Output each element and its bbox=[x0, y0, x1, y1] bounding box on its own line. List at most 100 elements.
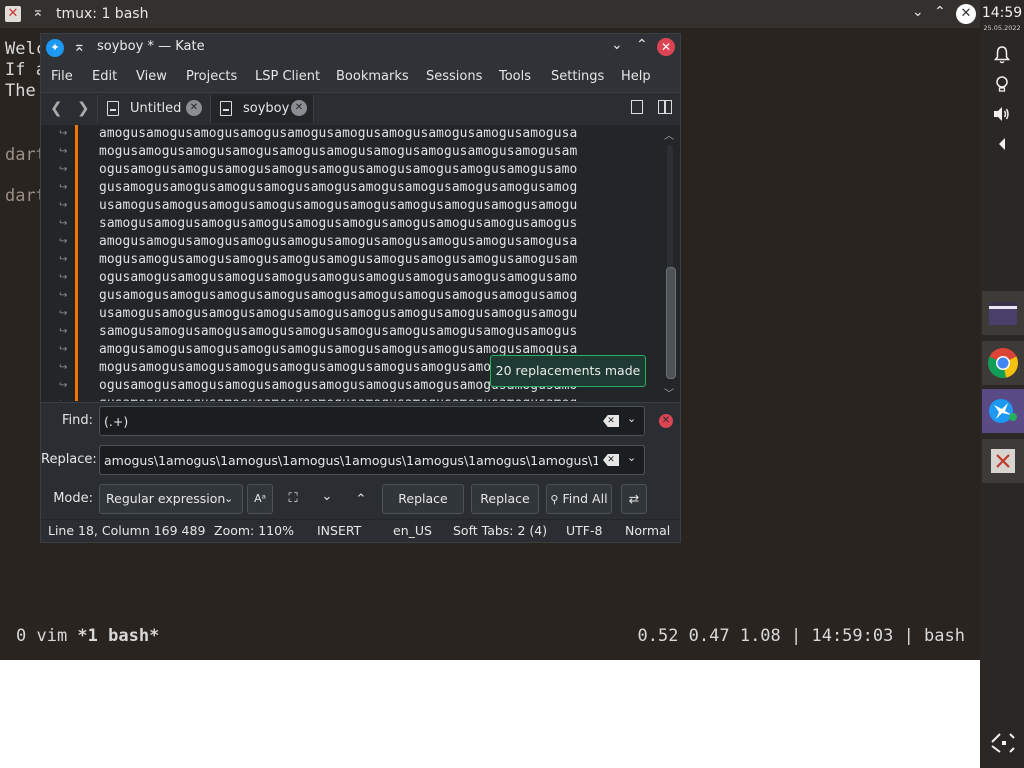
task-file-manager[interactable] bbox=[982, 291, 1024, 335]
kate-app-icon[interactable]: ✦ bbox=[46, 39, 64, 57]
menu-edit[interactable]: Edit bbox=[92, 69, 117, 84]
menu-help[interactable]: Help bbox=[621, 69, 651, 84]
maximize-button[interactable]: ⌃ bbox=[934, 4, 946, 20]
code-line[interactable]: gusamogusamogusamogusamogusamogusamogusa… bbox=[99, 396, 577, 401]
code-line[interactable]: amogusamogusamogusamogusamogusamogusamog… bbox=[99, 126, 577, 141]
modified-lines-marker bbox=[75, 125, 78, 401]
find-all-button[interactable]: ⚲ Find All bbox=[546, 484, 612, 514]
code-line[interactable]: mogusamogusamogusamogusamogusamogusamogu… bbox=[99, 144, 577, 159]
wrap-indicator-icon: ↪ bbox=[59, 290, 68, 301]
clock[interactable]: 14:59 bbox=[980, 5, 1024, 21]
close-tab-icon[interactable]: ✕ bbox=[291, 100, 307, 116]
notifications-icon[interactable] bbox=[992, 46, 1012, 68]
vertical-scrollbar[interactable]: ︿ ﹀ bbox=[661, 127, 679, 400]
wrap-indicator-icon: ↪ bbox=[59, 236, 68, 247]
task-terminal[interactable] bbox=[982, 439, 1024, 483]
chevron-left-icon[interactable]: ❮ bbox=[50, 99, 63, 117]
tmux-window-list[interactable]: 0 vim *1 bash* bbox=[16, 626, 159, 646]
minimize-button[interactable]: ⌄ bbox=[912, 4, 924, 20]
find-label: Find: bbox=[61, 413, 93, 428]
search-options-icon[interactable]: ⇄ bbox=[621, 484, 647, 514]
close-search-icon[interactable]: ✕ bbox=[659, 414, 673, 428]
selection-only-icon[interactable]: ⛶ bbox=[285, 491, 301, 506]
cursor-position[interactable]: Line 18, Column 169 489 bbox=[48, 523, 205, 538]
menu-tools[interactable]: Tools bbox=[499, 69, 531, 84]
wrap-indicator-icon: ↪ bbox=[59, 128, 68, 139]
menu-lsp-client[interactable]: LSP Client bbox=[255, 69, 320, 84]
keep-above-icon[interactable]: ⌅ bbox=[32, 4, 44, 20]
date[interactable]: 25.05.2022 bbox=[980, 24, 1024, 32]
menu-settings[interactable]: Settings bbox=[551, 69, 604, 84]
syntax-mode[interactable]: Normal bbox=[625, 523, 670, 538]
code-line[interactable]: amogusamogusamogusamogusamogusamogusamog… bbox=[99, 234, 577, 249]
scroll-down-icon[interactable]: ﹀ bbox=[664, 385, 674, 400]
encoding[interactable]: UTF-8 bbox=[566, 523, 602, 538]
code-line[interactable]: ogusamogusamogusamogusamogusamogusamogus… bbox=[99, 270, 577, 285]
clear-find-icon[interactable]: ✕ bbox=[603, 415, 619, 427]
keep-above-icon[interactable]: ⌅ bbox=[73, 37, 86, 55]
indentation-settings[interactable]: Soft Tabs: 2 (4) bbox=[453, 523, 547, 538]
kate-titlebar[interactable]: ✦ ⌅ soyboy * — Kate ⌄ ⌃ ✕ bbox=[41, 34, 680, 62]
tab-untitled[interactable]: Untitled ✕ bbox=[97, 95, 211, 123]
tab-label: Untitled bbox=[130, 101, 182, 116]
find-history-dropdown-icon[interactable]: ⌄ bbox=[627, 412, 636, 425]
code-line[interactable]: mogusamogusamogusamogusamogusamogusamogu… bbox=[99, 252, 577, 267]
close-tab-icon[interactable]: ✕ bbox=[186, 100, 202, 116]
editor-area[interactable]: ↪ ↪ ↪ ↪ ↪ ↪ ↪ ↪ ↪ ↪ ↪ ↪ ↪ ↪ ↪ ↪ amogusamogusamogusamogu… bbox=[41, 125, 680, 401]
replace-input[interactable] bbox=[104, 446, 598, 474]
kate-icon bbox=[989, 399, 1017, 423]
task-kate[interactable] bbox=[982, 389, 1024, 433]
night-color-icon[interactable] bbox=[992, 76, 1012, 98]
close-button[interactable]: ✕ bbox=[657, 38, 675, 56]
wrap-indicator-icon: ↪ bbox=[59, 146, 68, 157]
volume-icon[interactable] bbox=[992, 106, 1012, 126]
match-case-icon[interactable]: Aᵃ bbox=[247, 484, 273, 514]
terminal-line: The bbox=[5, 81, 36, 101]
menu-sessions[interactable]: Sessions bbox=[426, 69, 482, 84]
split-view-icon[interactable] bbox=[658, 100, 672, 114]
tmux-window-bash[interactable]: *1 bash* bbox=[77, 626, 159, 646]
replace-all-button[interactable]: Replace All bbox=[471, 484, 539, 514]
application-launcher-icon[interactable] bbox=[990, 732, 1016, 759]
scrollbar-thumb[interactable] bbox=[666, 267, 676, 379]
code-line[interactable]: samogusamogusamogusamogusamogusamogusamo… bbox=[99, 216, 577, 231]
replace-field[interactable]: ✕ ⌄ bbox=[99, 445, 645, 475]
zoom-level[interactable]: Zoom: 110% bbox=[214, 523, 294, 538]
scroll-up-icon[interactable]: ︿ bbox=[664, 127, 674, 142]
code-line[interactable]: samogusamogusamogusamogusamogusamogusamo… bbox=[99, 324, 577, 339]
menu-file[interactable]: File bbox=[51, 69, 73, 84]
terminal-titlebar[interactable]: ✕ ⌅ tmux: 1 bash ⌄ ⌃ ✕ bbox=[0, 0, 980, 28]
menu-projects[interactable]: Projects bbox=[186, 69, 237, 84]
find-next-icon[interactable]: ⌄ bbox=[319, 489, 335, 504]
expand-tray-icon[interactable] bbox=[992, 136, 1012, 155]
clear-replace-icon[interactable]: ✕ bbox=[603, 454, 619, 466]
minimize-button[interactable]: ⌄ bbox=[611, 37, 623, 53]
task-chrome[interactable] bbox=[982, 341, 1024, 385]
tab-soyboy[interactable]: soyboy ✕ bbox=[210, 95, 314, 123]
mode-select[interactable]: Regular expression ⌄ bbox=[99, 484, 243, 514]
maximize-button[interactable]: ⌃ bbox=[636, 37, 648, 53]
code-line[interactable]: gusamogusamogusamogusamogusamogusamogusa… bbox=[99, 180, 577, 195]
code-line[interactable]: ogusamogusamogusamogusamogusamogusamogus… bbox=[99, 162, 577, 177]
wrap-indicator-icon: ↪ bbox=[59, 182, 68, 193]
find-input[interactable] bbox=[104, 407, 584, 435]
kate-window[interactable]: ✦ ⌅ soyboy * — Kate ⌄ ⌃ ✕ File Edit View… bbox=[40, 33, 681, 543]
find-field[interactable]: ✕ ⌄ bbox=[99, 406, 645, 436]
code-line[interactable]: usamogusamogusamogusamogusamogusamogusam… bbox=[99, 306, 577, 321]
input-mode[interactable]: INSERT bbox=[317, 523, 361, 538]
spellcheck-dictionary[interactable]: en_US bbox=[393, 523, 432, 538]
code-line[interactable]: gusamogusamogusamogusamogusamogusamogusa… bbox=[99, 288, 577, 303]
wrap-indicator-icon: ↪ bbox=[59, 308, 68, 319]
replace-button[interactable]: Replace bbox=[382, 484, 464, 514]
code-line[interactable]: usamogusamogusamogusamogusamogusamogusam… bbox=[99, 198, 577, 213]
menu-view[interactable]: View bbox=[136, 69, 167, 84]
new-document-icon[interactable] bbox=[631, 100, 643, 114]
tmux-status-right: 0.52 0.47 1.08 | 14:59:03 | bash bbox=[637, 626, 965, 646]
menu-bookmarks[interactable]: Bookmarks bbox=[336, 69, 409, 84]
find-previous-icon[interactable]: ⌃ bbox=[353, 492, 369, 507]
chrome-icon bbox=[988, 348, 1018, 378]
tmux-window-vim[interactable]: 0 vim bbox=[16, 626, 77, 646]
close-button[interactable]: ✕ bbox=[956, 4, 976, 24]
replace-history-dropdown-icon[interactable]: ⌄ bbox=[627, 451, 636, 464]
chevron-right-icon[interactable]: ❯ bbox=[77, 99, 90, 117]
